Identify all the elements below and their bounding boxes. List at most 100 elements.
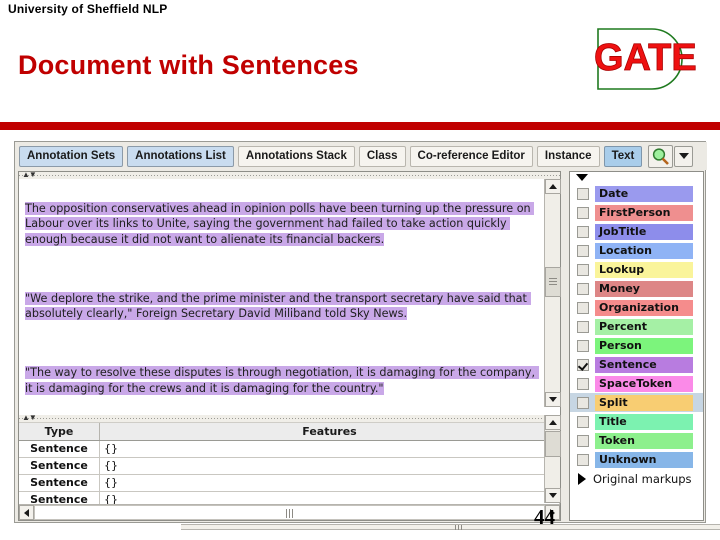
scrollbar-thumb[interactable] (545, 431, 561, 457)
annotation-type-row-unknown[interactable]: Unknown (570, 450, 703, 469)
document-vertical-scrollbar[interactable] (544, 179, 561, 407)
cell-type: Sentence (19, 458, 100, 474)
triangle-right-icon (578, 473, 586, 485)
annotation-type-row-date[interactable]: Date (570, 184, 703, 203)
annotation-type-row-spacetoken[interactable]: SpaceToken (570, 374, 703, 393)
annotation-type-row-percent[interactable]: Percent (570, 317, 703, 336)
annotation-type-label: JobTitle (595, 223, 693, 240)
document-paragraph: "The way to resolve these disputes is th… (25, 365, 539, 396)
cell-features: {} (100, 458, 560, 474)
document-paragraph: "We deplore the strike, and the prime mi… (25, 291, 539, 322)
annotation-type-row-organization[interactable]: Organization (570, 298, 703, 317)
scrollbar-track[interactable] (34, 505, 545, 520)
column-header-features[interactable]: Features (100, 423, 560, 440)
split-collapse-arrows: ▲▼ (22, 415, 37, 422)
table-vertical-scrollbar[interactable] (544, 415, 561, 503)
document-text-area[interactable]: The opposition conservatives ahead in op… (19, 179, 560, 407)
scroll-down-button[interactable] (545, 392, 561, 407)
tab-co-reference-editor[interactable]: Co-reference Editor (409, 145, 533, 167)
table-row[interactable]: Sentence {} (19, 458, 560, 475)
annotation-types-panel: Date FirstPerson JobTitle Location Looku… (569, 171, 704, 521)
sentence-annotation[interactable]: "The way to resolve these disputes is th… (25, 366, 539, 395)
checkbox-money[interactable] (577, 282, 589, 295)
document-text: The opposition conservatives ahead in op… (19, 179, 543, 407)
table-header-row: Type Features (19, 423, 560, 441)
triangle-down-icon (576, 174, 588, 181)
checkbox-percent[interactable] (577, 320, 589, 333)
annotation-type-label: Date (595, 185, 693, 202)
sentence-annotation[interactable]: "We deplore the strike, and the prime mi… (25, 291, 531, 321)
annotation-type-row-lookup[interactable]: Lookup (570, 260, 703, 279)
checkbox-person[interactable] (577, 339, 589, 352)
table-row[interactable]: Sentence {} (19, 441, 560, 458)
annotation-type-label: Sentence (595, 356, 693, 373)
checkbox-title[interactable] (577, 415, 589, 428)
original-markups-label: Original markups (593, 472, 692, 486)
split-handle-bottom[interactable]: ▲▼ (19, 415, 560, 423)
gate-application-window: Annotation Sets Annotations List Annotat… (14, 141, 707, 523)
checkbox-jobtitle[interactable] (577, 225, 589, 238)
window-bottom-scroll-strip[interactable] (181, 524, 720, 530)
original-markups-row[interactable]: Original markups (570, 469, 703, 489)
scroll-up-button[interactable] (545, 415, 561, 430)
table-horizontal-scrollbar[interactable] (19, 504, 560, 520)
annotation-type-row-firstperson[interactable]: FirstPerson (570, 203, 703, 222)
scroll-up-button[interactable] (545, 179, 561, 194)
document-paragraph: The opposition conservatives ahead in op… (25, 201, 539, 247)
tab-class[interactable]: Class (358, 145, 406, 167)
cell-features: {} (100, 475, 560, 491)
checkbox-spacetoken[interactable] (577, 377, 589, 390)
annotation-type-row-title[interactable]: Title (570, 412, 703, 431)
chevron-down-icon[interactable] (674, 145, 694, 167)
annotation-type-row-jobtitle[interactable]: JobTitle (570, 222, 703, 241)
annotation-type-label: FirstPerson (595, 204, 693, 221)
types-root-toggle[interactable] (570, 172, 703, 184)
tab-annotations-list[interactable]: Annotations List (127, 145, 234, 167)
scrollbar-thumb[interactable] (545, 267, 561, 297)
header-divider (0, 122, 720, 130)
annotation-type-label: Lookup (595, 261, 693, 278)
annotation-type-label: Person (595, 337, 693, 354)
sentence-annotation[interactable]: The opposition conservatives ahead in op… (25, 201, 535, 246)
checkbox-split[interactable] (577, 396, 589, 409)
annotation-type-label: Split (595, 394, 693, 411)
cell-type: Sentence (19, 441, 100, 457)
checkbox-location[interactable] (577, 244, 589, 257)
annotation-type-label: Location (595, 242, 693, 259)
gate-logo: GATE (594, 28, 697, 90)
checkbox-lookup[interactable] (577, 263, 589, 276)
tab-instance[interactable]: Instance (536, 145, 600, 167)
scroll-down-button[interactable] (545, 488, 561, 503)
document-pane: ▲▼ The opposition conservatives ahead in… (18, 171, 561, 521)
svg-text:GATE: GATE (594, 37, 697, 79)
annotation-type-label: Unknown (595, 451, 693, 468)
page-title: Document with Sentences (18, 50, 359, 80)
scrollbar-grip (285, 509, 294, 518)
annotation-type-label: Percent (595, 318, 693, 335)
annotation-type-label: Organization (595, 299, 693, 316)
checkbox-firstperson[interactable] (577, 206, 589, 219)
annotation-type-row-money[interactable]: Money (570, 279, 703, 298)
annotation-type-row-token[interactable]: Token (570, 431, 703, 450)
checkbox-sentence[interactable] (577, 358, 589, 371)
annotation-type-row-split[interactable]: Split (570, 393, 703, 412)
slide-kicker: University of Sheffield NLP (8, 2, 168, 16)
column-header-type[interactable]: Type (19, 423, 100, 440)
search-icon[interactable] (648, 144, 674, 168)
annotation-type-row-sentence[interactable]: Sentence (570, 355, 703, 374)
annotation-type-row-person[interactable]: Person (570, 336, 703, 355)
tab-annotations-stack[interactable]: Annotations Stack (237, 145, 355, 167)
annotation-type-label: Money (595, 280, 693, 297)
checkbox-organization[interactable] (577, 301, 589, 314)
tab-text[interactable]: Text (603, 145, 643, 167)
annotation-type-label: Title (595, 413, 693, 430)
checkbox-unknown[interactable] (577, 453, 589, 466)
checkbox-date[interactable] (577, 187, 589, 200)
annotation-type-row-location[interactable]: Location (570, 241, 703, 260)
annotation-type-label: SpaceToken (595, 375, 693, 392)
scroll-left-button[interactable] (19, 505, 34, 520)
table-row[interactable]: Sentence {} (19, 475, 560, 492)
view-tabstrip: Annotation Sets Annotations List Annotat… (15, 142, 707, 170)
checkbox-token[interactable] (577, 434, 589, 447)
tab-annotation-sets[interactable]: Annotation Sets (19, 145, 124, 167)
